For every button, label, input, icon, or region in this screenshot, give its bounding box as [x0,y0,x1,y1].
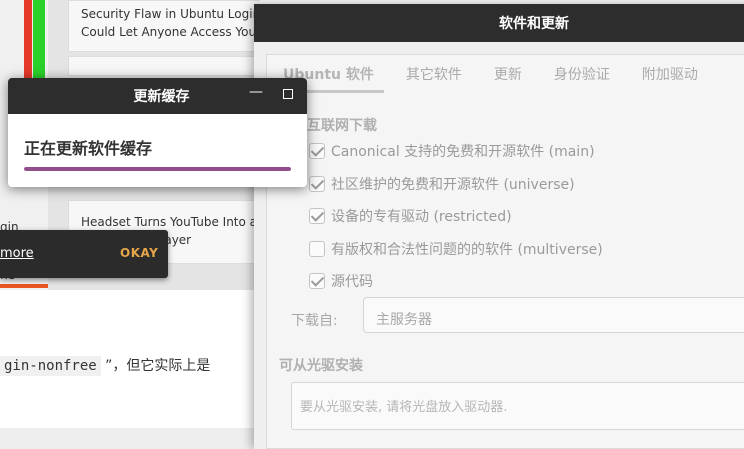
download-server-select[interactable]: 主服务器 [363,297,744,333]
cookie-snackbar: more . OKAY [0,230,168,278]
checkbox-source-code[interactable] [309,273,325,289]
option-universe[interactable]: 社区维护的免费和开源软件 (universe) [309,173,575,195]
dialog-heading: 正在更新软件缓存 [24,139,153,158]
option-source-code[interactable]: 源代码 [309,270,373,292]
option-main[interactable]: Canonical 支持的免费和开源软件 (main) [309,140,595,162]
window-body: Ubuntu 软件 其它软件 更新 身份验证 附加驱动 互联网下载 Canoni… [254,42,744,449]
article-title-line: Could Let Anyone Access Your F [81,25,260,39]
green-bar [33,0,45,78]
background-footer-strip [0,428,260,449]
tab-label: 更新 [493,67,522,83]
checkbox-universe[interactable] [309,176,325,192]
maximize-icon[interactable] [283,89,293,99]
update-progress-bar [24,167,291,171]
background-web-page: Security Flaw in Ubuntu Login Sc Could L… [0,0,260,449]
tab-label: 其它软件 [405,67,462,83]
software-updates-window: 软件和更新 Ubuntu 软件 其它软件 更新 身份验证 附加驱动 互联网下载 … [254,4,744,449]
orange-accent-bar [0,284,48,288]
notebook-panel: Ubuntu 软件 其它软件 更新 身份验证 附加驱动 互联网下载 Canoni… [266,54,744,449]
minimize-icon[interactable]: — [248,84,264,104]
inline-code: gin-nonfree [0,356,101,376]
option-label: 源代码 [331,274,373,290]
cdrom-section-title: 可从光驱安装 [279,358,363,374]
tab-bar: Ubuntu 软件 其它软件 更新 身份验证 附加驱动 [267,55,714,93]
article-card[interactable] [68,56,260,76]
window-title: 软件和更新 [499,16,569,32]
dialog-titlebar[interactable]: 更新缓存 — [8,78,307,114]
red-bar [24,0,32,78]
update-cache-dialog: 更新缓存 — 正在更新软件缓存 [8,78,307,187]
article-code-line: gin-nonfree ”，但它实际上是 [0,355,211,376]
tab-authentication[interactable]: 身份验证 [538,55,626,93]
tab-additional-drivers[interactable]: 附加驱动 [626,55,714,93]
progress-fill [24,167,291,171]
tab-label: 身份验证 [553,67,610,83]
tab-label: 附加驱动 [641,67,698,83]
option-restricted[interactable]: 设备的专有驱动 (restricted) [309,205,512,227]
checkbox-multiverse[interactable] [309,241,325,257]
option-label: 设备的专有驱动 (restricted) [331,209,512,225]
checkbox-restricted[interactable] [309,208,325,224]
tab-other-software[interactable]: 其它软件 [390,55,478,93]
okay-button[interactable]: OKAY [120,246,158,260]
software-updates-titlebar[interactable]: 软件和更新 [254,4,744,42]
option-label: Canonical 支持的免费和开源软件 (main) [331,144,595,160]
option-label: 社区维护的免费和开源软件 (universe) [331,177,575,193]
download-from-label: 下载自: [291,313,338,329]
dialog-title: 更新缓存 [133,89,190,105]
snackbar-period: . [26,246,31,261]
option-label: 有版权和合法性问题的的软件 (multiverse) [331,242,603,258]
cdrom-list-box[interactable]: 要从光驱安装, 请将光盘放入驱动器. [291,382,744,430]
option-multiverse[interactable]: 有版权和合法性问题的的软件 (multiverse) [309,238,603,260]
article-title-line: Security Flaw in Ubuntu Login Sc [81,7,260,21]
checkbox-main[interactable] [309,143,325,159]
article-title-line: Headset Turns YouTube Into a [81,215,258,229]
tab-updates[interactable]: 更新 [478,55,538,93]
download-section-title: 互联网下载 [307,118,377,134]
article-card-ubuntu-login[interactable]: Security Flaw in Ubuntu Login Sc Could L… [68,0,260,52]
article-text: ”，但它实际上是 [100,358,211,374]
